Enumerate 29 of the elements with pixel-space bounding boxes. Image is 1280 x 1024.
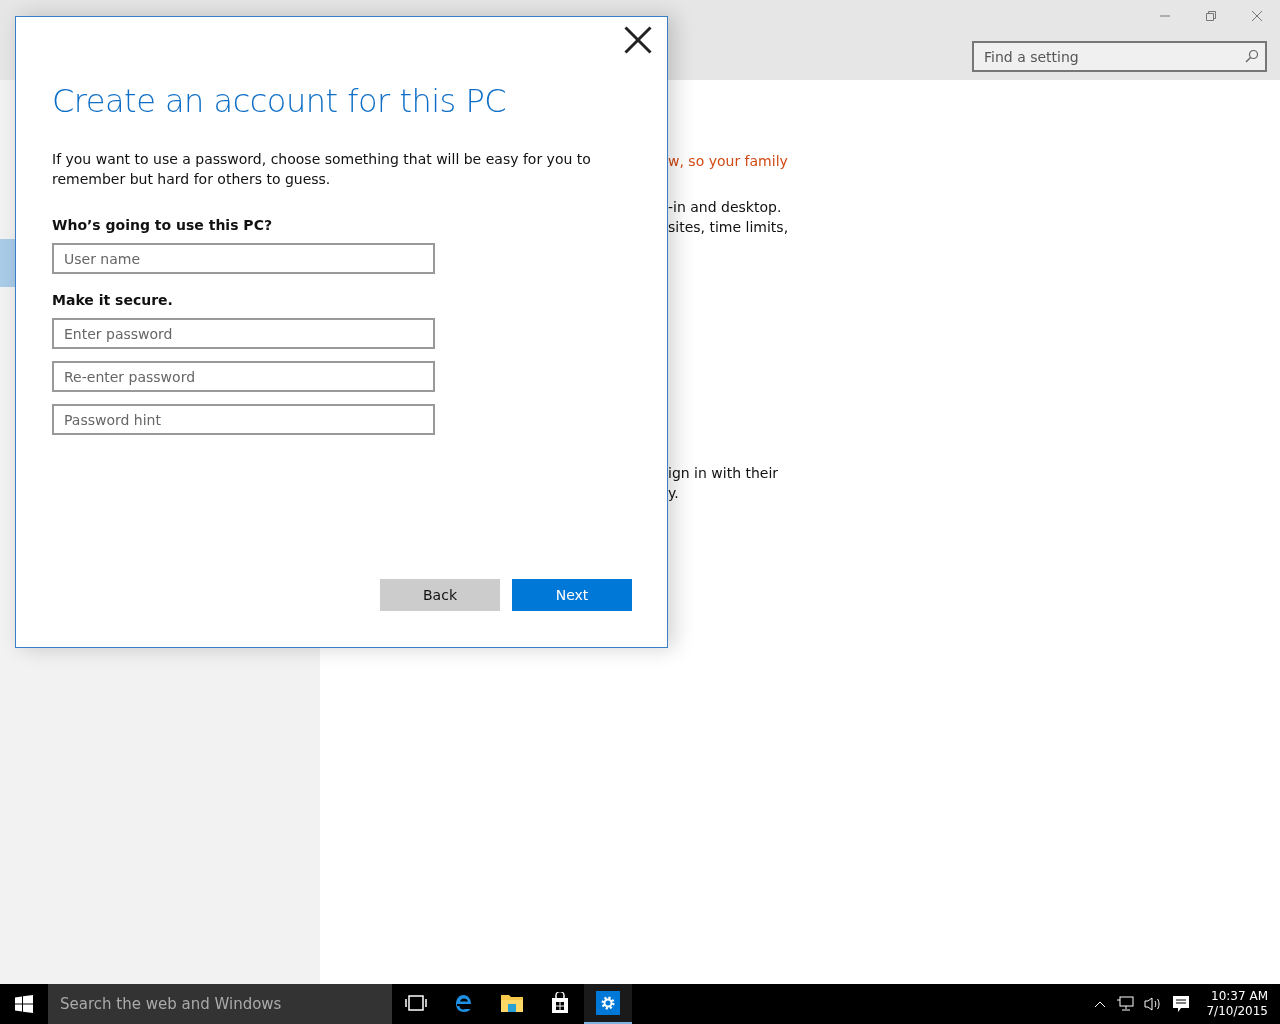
taskbar-search-field[interactable]: Search the web and Windows: [48, 984, 392, 1024]
next-button[interactable]: Next: [512, 579, 632, 611]
settings-icon[interactable]: [596, 991, 620, 1015]
input-field[interactable]: User name: [52, 243, 435, 274]
input-field[interactable]: Re-enter password: [52, 361, 435, 392]
section-heading: Who’s going to use this PC?: [52, 217, 274, 233]
notification-icon[interactable]: [1172, 995, 1191, 1013]
section-heading: Make it secure.: [52, 292, 174, 308]
search-icon: [1245, 49, 1259, 63]
folder-icon[interactable]: [500, 993, 524, 1013]
close-icon[interactable]: [623, 25, 653, 55]
search-field[interactable]: Find a setting: [972, 41, 1267, 72]
chevron-up-icon[interactable]: [1094, 1000, 1107, 1008]
paragraph: ign in with their y.: [668, 464, 780, 503]
paragraph: -in and desktop. sites, time limits,: [668, 198, 790, 237]
network-icon[interactable]: [1116, 996, 1135, 1012]
shopping-bag-icon[interactable]: [550, 992, 570, 1014]
speaker-icon[interactable]: [1144, 996, 1163, 1012]
intro-text: If you want to use a password, choose something that will be easy for you to remember but hard for others to guess.: [52, 150, 592, 189]
input-field[interactable]: Password hint: [52, 404, 435, 435]
task-view-icon[interactable]: [405, 994, 427, 1012]
dialog-title: Create an account for this PC: [52, 81, 508, 121]
clock-date: 7/10/2015: [1206, 1004, 1268, 1019]
input-field[interactable]: Enter password: [52, 318, 435, 349]
windows-logo-icon[interactable]: [15, 995, 33, 1013]
clock-time: 10:37 AM: [1211, 989, 1268, 1004]
back-button[interactable]: Back: [380, 579, 500, 611]
link-text[interactable]: w, so your family: [668, 151, 1280, 171]
restore-icon[interactable]: [1205, 10, 1217, 22]
